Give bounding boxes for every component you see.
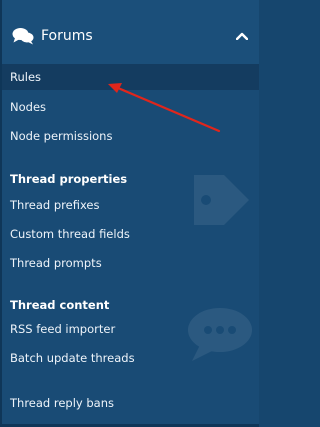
section-title: Forums [41, 28, 93, 44]
nav-item-nodes[interactable]: Nodes [2, 94, 259, 120]
nav-item-custom-thread-fields[interactable]: Custom thread fields [2, 221, 259, 247]
chat-bubbles-icon [12, 28, 34, 45]
nav-item-thread-prefixes[interactable]: Thread prefixes [2, 192, 259, 218]
nav-item-thread-reply-bans[interactable]: Thread reply bans [2, 390, 259, 416]
chevron-up-icon[interactable] [236, 32, 248, 40]
nav-item-batch-update-threads[interactable]: Batch update threads [2, 345, 259, 371]
nav-item-rss-feed-importer[interactable]: RSS feed importer [2, 316, 259, 342]
group-heading-thread-content: Thread content [10, 298, 110, 312]
admin-sidebar: Forums Rules Nodes Node permissions Thre… [0, 0, 259, 427]
forums-section-header[interactable]: Forums [2, 0, 259, 65]
nav-item-node-permissions[interactable]: Node permissions [2, 123, 259, 149]
nav-item-thread-prompts[interactable]: Thread prompts [2, 250, 259, 276]
nav-item-rules[interactable]: Rules [2, 64, 259, 90]
group-heading-thread-properties: Thread properties [10, 172, 128, 186]
